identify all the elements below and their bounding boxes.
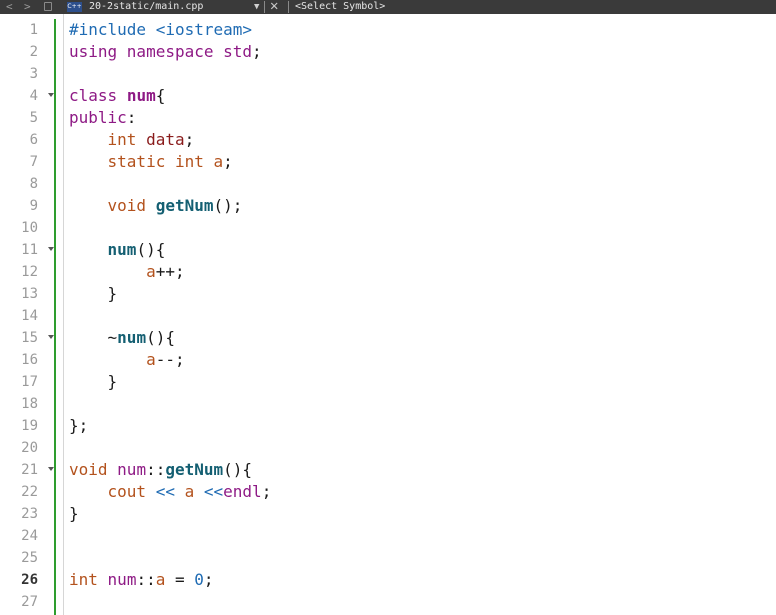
line-number: 16 xyxy=(21,352,38,368)
symbol-selector[interactable]: <Select Symbol> xyxy=(295,0,385,14)
toolbar-separator xyxy=(288,1,289,13)
line-number: 5 xyxy=(29,110,38,126)
line-number: 1 xyxy=(29,22,38,38)
cpp-file-icon: C++ xyxy=(67,2,82,12)
code-line-15[interactable]: ~num(){ xyxy=(69,327,175,349)
code-line-1[interactable]: #include <iostream> xyxy=(69,19,252,41)
line-number: 9 xyxy=(29,198,38,214)
close-icon[interactable]: ✕ xyxy=(270,0,278,13)
line-number: 22 xyxy=(21,484,38,500)
line-number: 13 xyxy=(21,286,38,302)
line-number: 23 xyxy=(21,506,38,522)
fold-toggle-icon[interactable] xyxy=(48,247,54,251)
fold-toggle-icon[interactable] xyxy=(48,335,54,339)
line-number: 12 xyxy=(21,264,38,280)
editor-toolbar: < > C++ 20-2static/main.cpp ▼ ✕ <Select … xyxy=(0,0,776,14)
code-line-9[interactable]: void getNum(); xyxy=(69,195,243,217)
line-number: 2 xyxy=(29,44,38,60)
line-number: 15 xyxy=(21,330,38,346)
line-number: 7 xyxy=(29,154,38,170)
code-line-16[interactable]: a--; xyxy=(69,349,185,371)
code-line-11[interactable]: num(){ xyxy=(69,239,166,261)
code-line-4[interactable]: class num{ xyxy=(69,85,165,107)
code-line-2[interactable]: using namespace std; xyxy=(69,41,262,63)
line-number: 4 xyxy=(29,88,38,104)
line-number: 27 xyxy=(21,594,38,610)
line-number: 26 xyxy=(21,572,38,588)
toolbar-separator xyxy=(264,1,265,13)
forward-arrow-icon[interactable]: > xyxy=(24,0,31,14)
line-number: 17 xyxy=(21,374,38,390)
line-number: 18 xyxy=(21,396,38,412)
line-number: 19 xyxy=(21,418,38,434)
line-number: 6 xyxy=(29,132,38,148)
fold-toggle-icon[interactable] xyxy=(48,467,54,471)
code-line-22[interactable]: cout << a <<endl; xyxy=(69,481,272,503)
code-line-5[interactable]: public: xyxy=(69,107,136,129)
line-number: 24 xyxy=(21,528,38,544)
line-number: 3 xyxy=(29,66,38,82)
code-line-13[interactable]: } xyxy=(69,283,118,305)
modified-lines-indicator xyxy=(54,19,56,615)
code-line-12[interactable]: a++; xyxy=(69,261,185,283)
fold-toggle-icon[interactable] xyxy=(48,93,54,97)
line-number: 21 xyxy=(21,462,38,478)
line-number: 14 xyxy=(21,308,38,324)
file-dropdown-icon[interactable]: ▼ xyxy=(254,0,259,14)
line-number: 25 xyxy=(21,550,38,566)
code-line-19[interactable]: }; xyxy=(69,415,88,437)
code-line-26[interactable]: int num::a = 0; xyxy=(69,569,214,591)
code-line-6[interactable]: int data; xyxy=(69,129,195,151)
code-line-7[interactable]: static int a; xyxy=(69,151,233,173)
line-number: 8 xyxy=(29,176,38,192)
code-line-21[interactable]: void num::getNum(){ xyxy=(69,459,252,481)
code-line-23[interactable]: } xyxy=(69,503,79,525)
gutter-divider xyxy=(63,14,64,615)
line-number: 10 xyxy=(21,220,38,236)
lock-icon xyxy=(44,2,52,11)
code-line-17[interactable]: } xyxy=(69,371,118,393)
back-arrow-icon[interactable]: < xyxy=(6,0,13,14)
file-name[interactable]: 20-2static/main.cpp xyxy=(89,0,203,14)
line-number: 20 xyxy=(21,440,38,456)
line-number: 11 xyxy=(21,242,38,258)
